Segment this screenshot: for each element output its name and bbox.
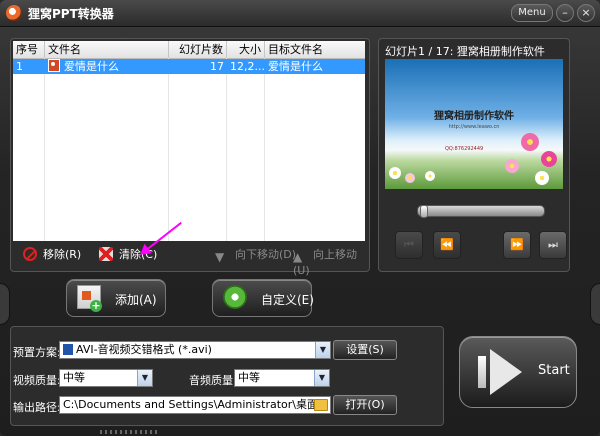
list-toolbar: 移除(R) 清除(C) ▼ 向下移动(D) ▲ 向上移动(U)	[13, 244, 365, 277]
move-down-button[interactable]: ▼ 向下移动(D)	[215, 247, 297, 264]
menu-button[interactable]: Menu	[511, 4, 553, 22]
seek-slider[interactable]	[417, 205, 545, 218]
arrow-down-icon: ▼	[215, 250, 225, 264]
row-size: 12,2...	[230, 60, 265, 73]
file-list-header: 序号 文件名 幻灯片数 大小 目标文件名	[13, 41, 365, 59]
chevron-down-icon: ▼	[314, 370, 329, 386]
column-header-target[interactable]: 目标文件名	[265, 41, 365, 58]
chevron-down-icon: ▼	[137, 370, 152, 386]
video-quality-select[interactable]: 中等 ▼	[59, 369, 153, 387]
right-edge-tab	[590, 283, 600, 325]
remove-label: 移除(R)	[43, 248, 82, 261]
slide-title: 狸窝相册制作软件	[434, 111, 514, 122]
video-quality-value: 中等	[63, 371, 85, 384]
file-list[interactable]: 序号 文件名 幻灯片数 大小 目标文件名 1 爱情是什么 17 12,2... …	[13, 41, 365, 241]
column-header-slides[interactable]: 幻灯片数	[169, 41, 227, 58]
open-folder-button[interactable]: 打开(O)	[333, 395, 397, 415]
arrow-up-icon: ▲	[293, 250, 303, 264]
close-button[interactable]: ×	[577, 4, 595, 22]
row-filename-cell: 爱情是什么	[45, 59, 169, 74]
app-window: 狸窝PPT转换器 Menu – × 序号 文件名 幻灯片数 大小 目标文件名 1…	[0, 0, 600, 436]
remove-button[interactable]: 移除(R)	[23, 247, 81, 263]
seek-thumb[interactable]	[420, 205, 428, 218]
start-label: Start	[538, 363, 570, 378]
audio-quality-select[interactable]: 中等 ▼	[234, 369, 330, 387]
left-edge-tab	[0, 283, 10, 325]
row-target: 爱情是什么	[268, 60, 323, 73]
next-slide-button[interactable]: ⏩	[503, 231, 531, 259]
bottom-divider	[100, 430, 160, 434]
output-path-field[interactable]: C:\Documents and Settings\Administrator\…	[59, 396, 331, 414]
remove-icon	[23, 247, 37, 261]
clear-icon	[99, 247, 113, 261]
folder-icon[interactable]	[314, 399, 328, 411]
move-down-label: 向下移动(D)	[235, 248, 297, 261]
add-label: 添加(A)	[115, 293, 157, 307]
preview-panel: 幻灯片1 / 17: 狸窝相册制作软件 狸窝相册制作软件 http://www.…	[378, 38, 570, 272]
video-format-icon	[63, 344, 73, 355]
custom-button[interactable]: 自定义(E)	[212, 279, 314, 317]
add-file-icon	[77, 285, 102, 312]
row-slides: 17	[210, 60, 224, 73]
video-quality-label: 视频质量:	[13, 374, 61, 387]
preset-value-wrap: AVI-音视频交错格式 (*.avi)	[63, 342, 212, 358]
column-header-size[interactable]: 大小	[227, 41, 265, 58]
row-filename: 爱情是什么	[64, 60, 119, 73]
minimize-button[interactable]: –	[556, 4, 574, 22]
column-header-filename[interactable]: 文件名	[45, 41, 169, 58]
slide-url: http://www.leawo.cn	[448, 124, 500, 130]
file-list-panel: 序号 文件名 幻灯片数 大小 目标文件名 1 爱情是什么 17 12,2... …	[10, 38, 370, 277]
preset-value: AVI-音视频交错格式 (*.avi)	[76, 343, 212, 356]
custom-label: 自定义(E)	[261, 293, 314, 307]
table-row[interactable]: 1 爱情是什么 17 12,2... 爱情是什么	[13, 59, 365, 74]
ppt-file-icon	[48, 59, 60, 72]
move-up-button[interactable]: ▲ 向上移动(U)	[293, 247, 365, 277]
slide-qq: QQ:876292449	[445, 146, 484, 152]
preview-slide-label: 幻灯片1 / 17: 狸窝相册制作软件	[385, 45, 545, 58]
window-title: 狸窝PPT转换器	[28, 7, 114, 21]
add-button[interactable]: 添加(A)	[66, 279, 166, 317]
first-slide-button[interactable]: ⏮	[395, 231, 423, 259]
preset-settings-button[interactable]: 设置(S)	[333, 340, 397, 360]
output-path-label: 输出路径:	[13, 401, 61, 414]
previous-slide-button[interactable]: ⏪	[433, 231, 461, 259]
preset-label: 预置方案:	[13, 346, 61, 359]
menu-label: Menu	[518, 7, 546, 18]
last-slide-button[interactable]: ⏭	[539, 231, 567, 259]
row-index: 1	[16, 60, 23, 73]
app-logo-icon	[6, 5, 22, 21]
preset-select[interactable]: AVI-音视频交错格式 (*.avi) ▼	[59, 341, 331, 359]
audio-quality-value: 中等	[238, 371, 260, 384]
column-header-index[interactable]: 序号	[13, 41, 45, 58]
chevron-down-icon: ▼	[315, 342, 330, 358]
tools-icon	[223, 285, 247, 309]
start-bar-icon	[478, 356, 486, 388]
output-path-value: C:\Documents and Settings\Administrator\…	[63, 398, 319, 411]
playback-controls: ⏮ ⏪ ⏩ ⏭	[385, 197, 567, 265]
settings-panel: 预置方案: AVI-音视频交错格式 (*.avi) ▼ 设置(S) 视频质量: …	[10, 326, 444, 426]
play-arrow-icon	[490, 349, 522, 395]
audio-quality-label: 音频质量:	[189, 374, 237, 387]
start-button[interactable]: Start	[459, 336, 577, 408]
slide-preview-image: 狸窝相册制作软件 http://www.leawo.cn QQ:87629244…	[385, 59, 563, 189]
title-bar: 狸窝PPT转换器 Menu – ×	[0, 0, 600, 27]
